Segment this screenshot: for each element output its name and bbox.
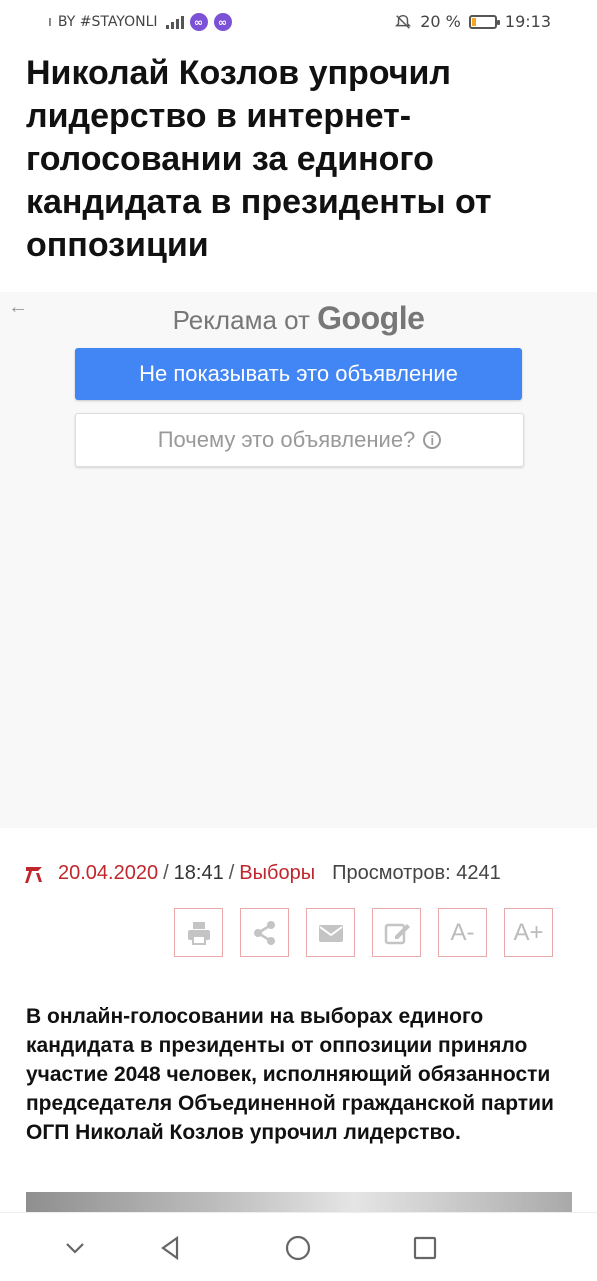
nav-collapse-button[interactable] (58, 1231, 92, 1265)
status-bar: ı BY #STAYONLI ∞ ∞ 20 % 19:13 (0, 0, 597, 44)
nav-back-button[interactable] (154, 1231, 188, 1265)
why-ad-label: Почему это объявление? (157, 427, 416, 452)
home-circle-icon (285, 1235, 311, 1261)
article-time: 18:41 (173, 862, 224, 884)
google-logo: Google (317, 300, 425, 336)
edit-button[interactable] (372, 908, 421, 957)
hide-ad-button[interactable]: Не показывать это объявление (75, 348, 522, 400)
article-views: Просмотров: 4241 (332, 862, 501, 884)
battery-icon (468, 14, 500, 29)
sim-indicator: ı (48, 14, 52, 30)
article-tools: A- A+ (174, 908, 553, 957)
battery-percent: 20 % (420, 12, 461, 31)
carrier-name: BY #STAYONLI (57, 14, 158, 30)
recents-square-icon (413, 1236, 437, 1260)
edit-icon (384, 923, 410, 944)
article-headline: Николай Козлов упрочил лидерство в интер… (26, 54, 492, 264)
nav-recents-button[interactable] (408, 1231, 442, 1265)
font-smaller-button[interactable]: A- (438, 908, 487, 957)
separator: / (228, 862, 235, 884)
signal-icon (165, 15, 184, 29)
app-notification-icon: ∞ (189, 13, 208, 31)
ad-block: ← Реклама от Google Не показывать это об… (0, 292, 597, 828)
status-right: 20 % 19:13 (394, 12, 551, 31)
mail-icon (318, 924, 343, 942)
separator: / (163, 862, 169, 884)
article-photo (26, 1192, 572, 1212)
back-triangle-icon (161, 1235, 179, 1261)
clock: 19:13 (504, 12, 551, 31)
article-category-link[interactable]: Выборы (239, 862, 315, 885)
status-left: ı BY #STAYONLI ∞ ∞ (48, 13, 232, 31)
article-meta: 20.04.2020 / 18:41 / Выборы Просмотров: … (24, 862, 501, 885)
email-button[interactable] (306, 908, 355, 957)
ad-label: Реклама от Google (0, 300, 597, 337)
info-icon: i (423, 431, 442, 449)
chevron-down-icon (66, 1243, 84, 1254)
font-larger-button[interactable]: A+ (504, 908, 553, 957)
mute-icon (395, 14, 412, 29)
why-ad-button[interactable]: Почему это объявление? i (75, 413, 524, 467)
article-date: 20.04.2020 (58, 862, 159, 884)
article-lead: В онлайн-голосовании на выборах единого … (26, 1005, 554, 1144)
share-button[interactable] (240, 908, 289, 957)
print-icon (187, 921, 210, 945)
nav-home-button[interactable] (281, 1231, 315, 1265)
battery-fill (471, 17, 476, 26)
system-nav-bar (0, 1212, 597, 1281)
ad-label-text: Реклама от (172, 305, 310, 335)
app-notification-icon-2: ∞ (213, 13, 232, 31)
share-icon (253, 920, 275, 945)
print-button[interactable] (174, 908, 223, 957)
site-logo-icon (25, 866, 42, 883)
